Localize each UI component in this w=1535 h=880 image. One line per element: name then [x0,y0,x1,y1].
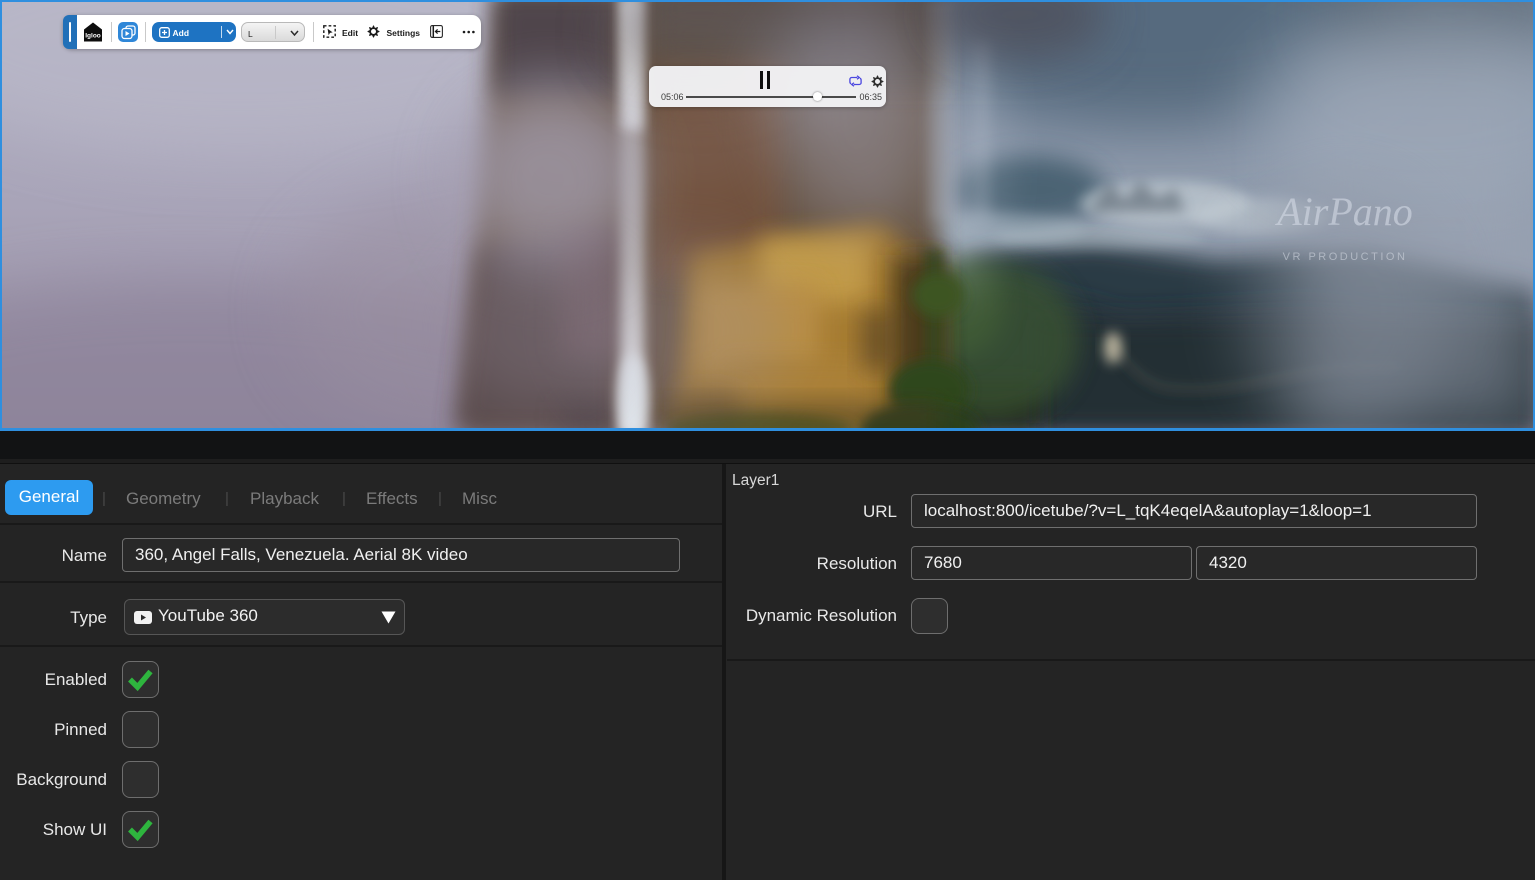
svg-text:Igloo: Igloo [85,33,101,40]
